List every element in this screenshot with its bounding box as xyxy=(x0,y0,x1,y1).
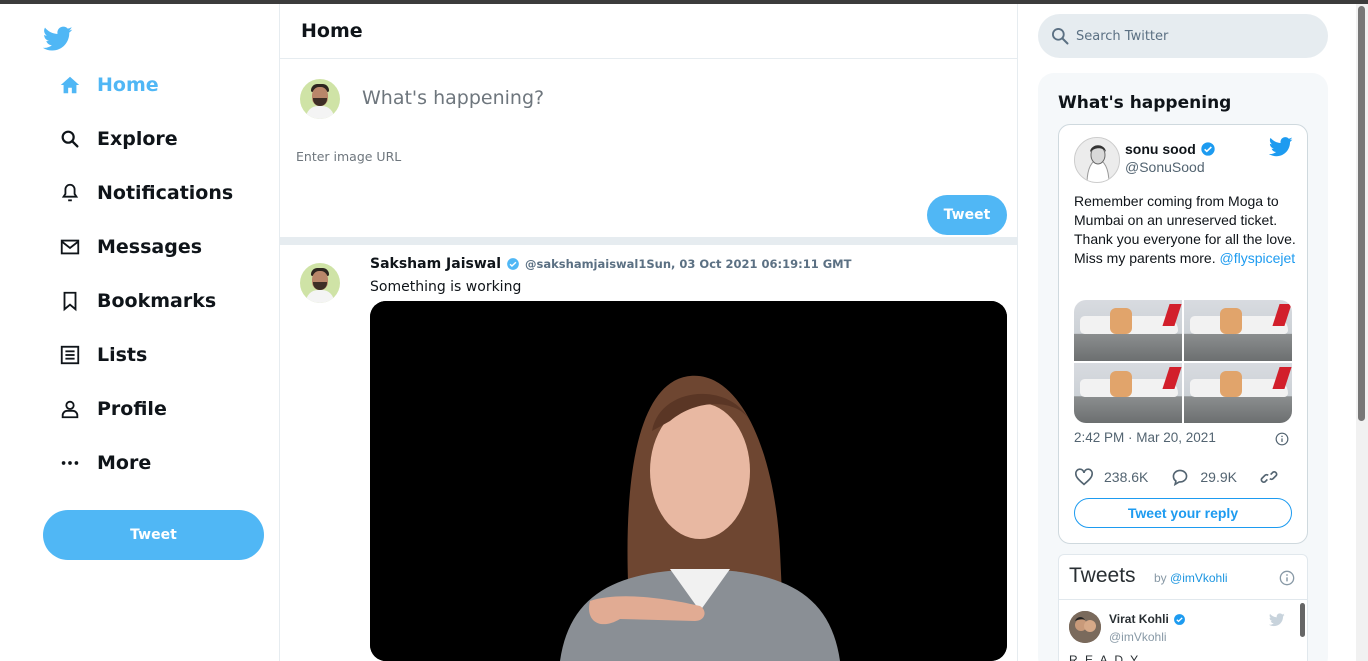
embed-photo[interactable] xyxy=(1184,362,1292,423)
embed-timestamp[interactable]: 2:42 PM · Mar 20, 2021 xyxy=(1074,430,1216,445)
timeline-tweet-text: R E A D Y xyxy=(1069,653,1141,661)
image-url-input[interactable] xyxy=(296,149,696,164)
sidebar-item-label: Bookmarks xyxy=(97,290,217,312)
timeline-scrollbar[interactable] xyxy=(1300,603,1305,637)
twitter-bird-icon[interactable] xyxy=(43,26,73,52)
post-header: Saksham Jaiswal @sakshamjaiswal1Sun, 03 … xyxy=(370,256,851,272)
embed-photo[interactable] xyxy=(1184,300,1292,361)
embed-actions: 238.6K 29.9K xyxy=(1074,468,1294,486)
sidebar-item-bookmarks[interactable]: Bookmarks xyxy=(58,281,216,321)
compose-tweet-button[interactable]: Tweet xyxy=(927,195,1007,235)
compose-input[interactable] xyxy=(362,87,982,109)
embed-text: Remember coming from Moga to Mumbai on a… xyxy=(1074,192,1299,268)
timeline-tweet-author-name: Virat Kohli xyxy=(1109,612,1169,626)
sidebar-item-label: Notifications xyxy=(97,182,234,204)
more-icon xyxy=(58,451,82,475)
timeline-by: by @imVkohli xyxy=(1154,571,1228,585)
sidebar-item-label: Messages xyxy=(97,236,203,258)
post-media-image[interactable] xyxy=(370,301,1007,661)
page-scrollbar-thumb[interactable] xyxy=(1358,6,1365,421)
twitter-bird-icon[interactable] xyxy=(1269,613,1285,627)
feed: Home Tweet Saksham Jaiswal @sakshamjaisw… xyxy=(280,4,1018,661)
woman-pointing-gif xyxy=(370,301,1007,661)
sidebar: Home Explore Notifications Messages Book… xyxy=(0,4,280,661)
person-icon xyxy=(58,397,82,421)
sidebar-item-notifications[interactable]: Notifications xyxy=(58,173,233,213)
like-count: 238.6K xyxy=(1104,469,1149,485)
embed-mention-link[interactable]: @flyspicejet xyxy=(1219,250,1295,266)
post-author-name: Saksham Jaiswal xyxy=(370,256,502,272)
bell-icon xyxy=(58,181,82,205)
reply-icon[interactable] xyxy=(1170,468,1190,486)
embed-author-name: sonu sood xyxy=(1125,141,1196,157)
post-text: Something is working xyxy=(370,279,522,295)
post-handle-and-date: @sakshamjaiswal1Sun, 03 Oct 2021 06:19:1… xyxy=(525,257,852,271)
avatar[interactable] xyxy=(300,263,340,303)
avatar[interactable] xyxy=(1069,611,1101,643)
sidebar-item-profile[interactable]: Profile xyxy=(58,389,167,429)
widgets-title: What's happening xyxy=(1058,93,1232,113)
search-bar[interactable] xyxy=(1038,14,1328,58)
embed-photo-grid[interactable] xyxy=(1074,300,1292,423)
embed-author: sonu sood xyxy=(1125,141,1216,157)
bookmark-icon xyxy=(58,289,82,313)
verified-icon xyxy=(507,258,519,270)
search-icon xyxy=(1052,28,1069,45)
timeline-tweet-author[interactable]: Virat Kohli xyxy=(1109,612,1186,626)
tweet-compose-box: Tweet xyxy=(280,59,1017,245)
twitter-bird-icon[interactable] xyxy=(1269,137,1293,157)
list-icon xyxy=(58,343,82,367)
post[interactable]: Saksham Jaiswal @sakshamjaiswal1Sun, 03 … xyxy=(280,245,1017,661)
page-scrollbar[interactable] xyxy=(1356,4,1368,661)
avatar[interactable] xyxy=(1074,137,1120,183)
widgets-panel: What's happening sonu sood @SonuSood Rem… xyxy=(1038,73,1328,661)
embed-author-handle: @SonuSood xyxy=(1125,159,1205,175)
sidebar-item-more[interactable]: More xyxy=(58,443,151,483)
tweets-timeline-widget: Tweets by @imVkohli Virat Kohli @imVkohl… xyxy=(1058,554,1308,661)
timeline-header: Tweets by @imVkohli xyxy=(1059,555,1307,600)
embedded-tweet[interactable]: sonu sood @SonuSood Remember coming from… xyxy=(1058,124,1308,544)
verified-icon xyxy=(1173,613,1185,625)
feed-header: Home xyxy=(280,4,1017,59)
link-icon[interactable] xyxy=(1259,468,1279,486)
sidebar-tweet-button[interactable]: Tweet xyxy=(43,510,264,560)
info-icon[interactable] xyxy=(1275,432,1289,446)
timeline-title: Tweets xyxy=(1069,564,1136,587)
timeline-by-handle-link[interactable]: @imVkohli xyxy=(1170,571,1228,585)
timeline-by-label: by xyxy=(1154,571,1167,585)
home-icon xyxy=(58,73,82,97)
sidebar-item-lists[interactable]: Lists xyxy=(58,335,147,375)
embed-photo[interactable] xyxy=(1074,362,1182,423)
sidebar-item-home[interactable]: Home xyxy=(58,65,159,105)
reply-count: 29.9K xyxy=(1200,469,1237,485)
timeline-tweet-handle: @imVkohli xyxy=(1109,630,1167,644)
avatar[interactable] xyxy=(300,79,340,119)
verified-icon xyxy=(1201,142,1215,156)
embed-photo[interactable] xyxy=(1074,300,1182,361)
sidebar-item-label: Lists xyxy=(97,344,148,366)
info-icon[interactable] xyxy=(1279,570,1295,586)
sidebar-item-label: Home xyxy=(97,74,159,96)
sidebar-item-label: More xyxy=(97,452,152,474)
page-title: Home xyxy=(301,20,363,42)
mail-icon xyxy=(58,235,82,259)
sidebar-item-messages[interactable]: Messages xyxy=(58,227,202,267)
search-input[interactable] xyxy=(1076,28,1316,44)
sidebar-item-label: Explore xyxy=(97,128,178,150)
tweet-your-reply-button[interactable]: Tweet your reply xyxy=(1074,498,1292,528)
search-icon xyxy=(58,127,82,151)
sidebar-item-label: Profile xyxy=(97,398,167,420)
heart-icon[interactable] xyxy=(1074,468,1094,486)
sidebar-item-explore[interactable]: Explore xyxy=(58,119,178,159)
